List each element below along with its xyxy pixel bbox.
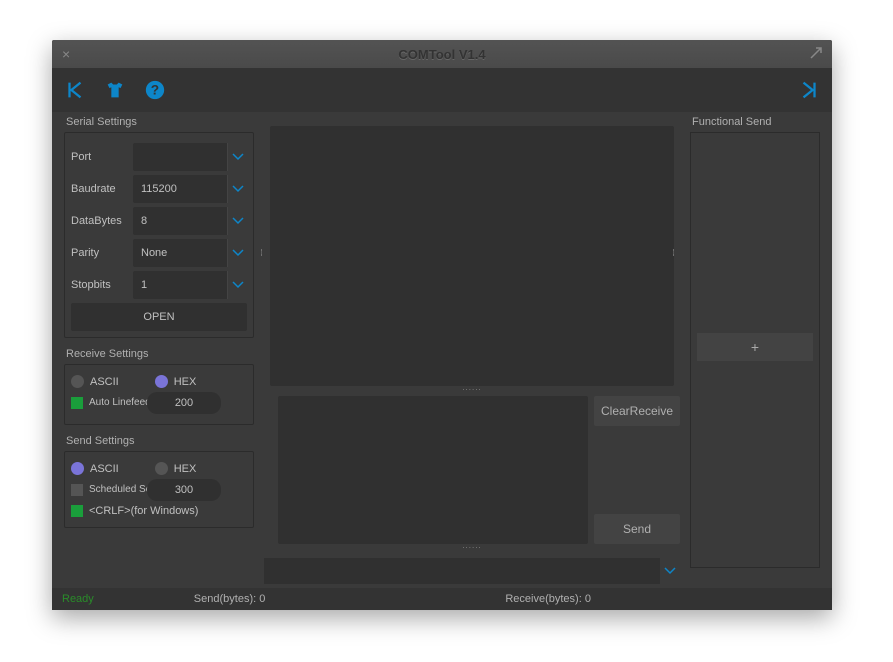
parity-label: Parity [71,247,127,259]
splitter-handle-icon[interactable]: ...... [264,386,680,396]
chevron-down-icon [227,271,247,299]
open-button[interactable]: OPEN [71,303,247,331]
receive-hex-radio[interactable] [155,375,168,388]
databytes-select[interactable]: 8 [133,207,247,235]
port-select[interactable] [133,143,247,171]
send-ascii-radio[interactable] [71,462,84,475]
functional-send-group: + [690,132,820,568]
baud-label: Baudrate [71,183,127,195]
titlebar: × COMTool V1.4 [52,40,832,68]
chevron-down-icon [227,175,247,203]
send-hex-radio[interactable] [155,462,168,475]
main-area: Serial Settings Port Baudrate 115200 [52,112,832,588]
databytes-label: DataBytes [71,215,127,227]
databytes-value: 8 [133,215,227,227]
status-send-bytes: Send(bytes): 0 [194,593,266,605]
shirt-icon[interactable] [102,77,128,103]
send-button[interactable]: Send [594,514,680,544]
history-value [264,558,660,584]
serial-settings-heading: Serial Settings [64,112,254,132]
chevron-down-icon [227,239,247,267]
receive-textarea[interactable] [270,126,674,386]
serial-settings-group: Port Baudrate 115200 DataBytes [64,132,254,338]
add-functional-button[interactable]: + [697,333,813,361]
chevron-down-icon [660,558,680,584]
history-select[interactable] [264,558,680,584]
parity-value: None [133,247,227,259]
receive-ascii-radio[interactable] [71,375,84,388]
send-settings-group: ASCII HEX Scheduled Send(ms) 300 <CRLF>(… [64,451,254,528]
skip-back-icon[interactable] [62,77,88,103]
stopbits-select[interactable]: 1 [133,271,247,299]
svg-text:?: ? [151,83,159,98]
scheduled-send-check[interactable] [71,484,83,496]
baud-value: 115200 [133,183,227,195]
auto-linefeed-check[interactable] [71,397,83,409]
stopbits-label: Stopbits [71,279,127,291]
close-icon[interactable]: × [62,46,70,62]
functional-send-heading: Functional Send [690,112,820,132]
receive-settings-heading: Receive Settings [64,344,254,364]
toolbar: ? [52,68,832,112]
parity-select[interactable]: None [133,239,247,267]
scheduled-send-label: Scheduled Send(ms) [89,484,141,496]
chevron-down-icon [227,143,247,171]
send-hex-label: HEX [174,463,197,475]
chevron-down-icon [227,207,247,235]
splitter-handle-icon[interactable]: ...... [676,249,680,256]
auto-linefeed-input[interactable]: 200 [147,392,221,414]
status-recv-bytes: Receive(bytes): 0 [505,593,591,605]
help-icon[interactable]: ? [142,77,168,103]
send-settings-heading: Send Settings [64,431,254,451]
right-column: Functional Send + [690,112,820,584]
port-label: Port [71,151,127,163]
statusbar: Ready Send(bytes): 0 Receive(bytes): 0 [52,588,832,610]
send-ascii-label: ASCII [90,463,119,475]
window-title: COMTool V1.4 [398,47,485,62]
crlf-label: <CRLF>(for Windows) [89,505,198,517]
receive-hex-label: HEX [174,376,197,388]
middle-column: ...... ...... ...... ClearReceive Send .… [264,112,680,584]
baudrate-select[interactable]: 115200 [133,175,247,203]
app-window: × COMTool V1.4 ? Serial Settings Port [52,40,832,610]
splitter-handle-icon[interactable]: ...... [264,249,268,256]
scheduled-send-input[interactable]: 300 [147,479,221,501]
receive-settings-group: ASCII HEX Auto Linefeed (ms) 200 [64,364,254,425]
skip-forward-icon[interactable] [796,77,822,103]
maximize-icon[interactable] [810,47,822,62]
status-ready: Ready [62,593,94,605]
auto-linefeed-label: Auto Linefeed (ms) [89,397,141,409]
clear-receive-button[interactable]: ClearReceive [594,396,680,426]
stopbits-value: 1 [133,279,227,291]
splitter-handle-icon[interactable]: ...... [264,544,680,554]
left-column: Serial Settings Port Baudrate 115200 [64,112,254,584]
receive-ascii-label: ASCII [90,376,119,388]
send-textarea[interactable] [278,396,588,544]
crlf-check[interactable] [71,505,83,517]
